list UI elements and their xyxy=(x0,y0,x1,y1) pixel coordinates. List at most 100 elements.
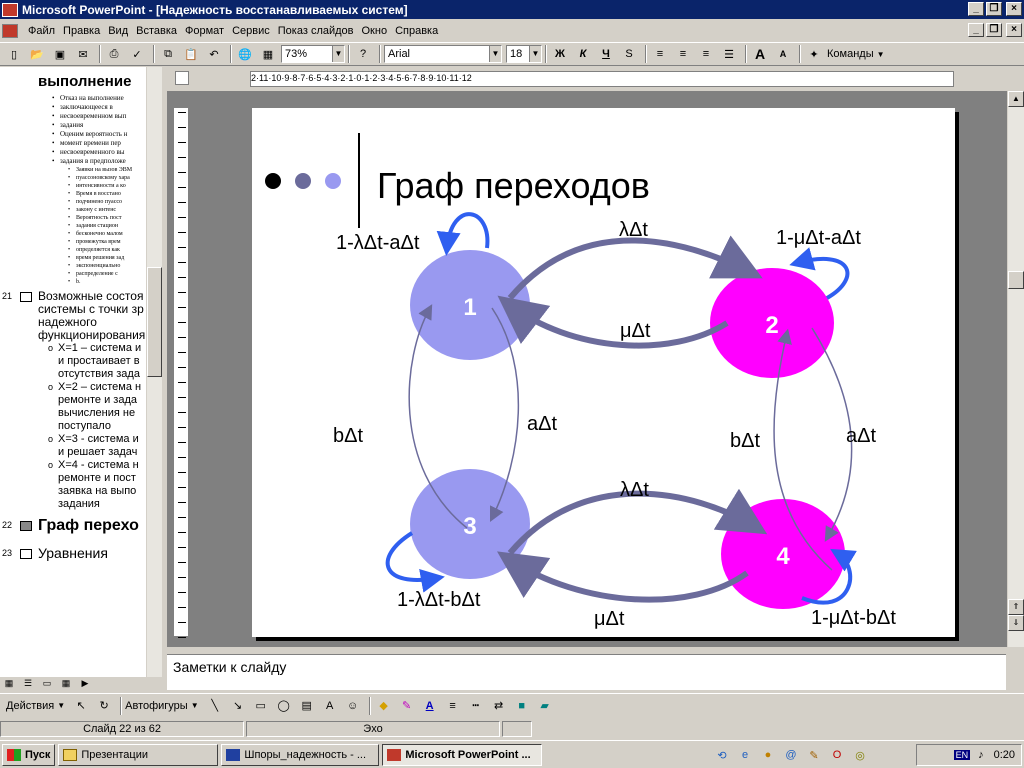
task-powerpoint[interactable]: Microsoft PowerPoint ... xyxy=(382,743,543,766)
outline-slide-23[interactable]: 23 Уравнения xyxy=(0,546,161,561)
restore-button[interactable]: ❐ xyxy=(986,2,1002,16)
undo-icon[interactable]: ↶ xyxy=(204,45,224,63)
slide-view-icon[interactable]: ▭ xyxy=(40,677,54,689)
outline-bullet[interactable]: X=3 - система ии решает задач xyxy=(0,433,161,459)
powerpoint-app-icon[interactable] xyxy=(2,2,18,17)
outlook-icon[interactable]: @ xyxy=(783,747,799,763)
slideshow-view-icon[interactable]: ▶ xyxy=(78,677,92,689)
outline-scroll-thumb[interactable] xyxy=(147,267,162,377)
outline-scrollbar[interactable] xyxy=(146,67,162,677)
print-icon[interactable]: ⎙ xyxy=(104,45,124,63)
language-indicator[interactable]: EN xyxy=(953,750,971,760)
menu-help[interactable]: Справка xyxy=(391,25,442,37)
network-icon[interactable]: ⟲ xyxy=(714,747,730,763)
doc-close-button[interactable]: × xyxy=(1006,23,1022,37)
outline-slide-22[interactable]: 22 Граф перехо xyxy=(0,518,161,534)
slide-scrollbar[interactable]: ▲ ⇑ ⇓ xyxy=(1007,91,1024,647)
3d-style-icon[interactable]: ▰ xyxy=(535,697,555,715)
wordart-icon[interactable]: A xyxy=(320,697,340,715)
open-folder-icon[interactable]: 📂 xyxy=(27,45,47,63)
select-pointer-icon[interactable]: ↖ xyxy=(71,697,91,715)
font-color-icon[interactable]: A xyxy=(420,697,440,715)
scroll-up-icon[interactable]: ▲ xyxy=(1008,91,1024,107)
task-presentations[interactable]: Презентации xyxy=(58,743,219,766)
menu-format[interactable]: Формат xyxy=(181,25,228,37)
start-button[interactable]: Пуск xyxy=(2,743,56,766)
save-icon[interactable]: ▣ xyxy=(50,45,70,63)
next-slide-icon[interactable]: ⇓ xyxy=(1008,615,1024,631)
email-icon[interactable]: ✉ xyxy=(73,45,93,63)
menu-insert[interactable]: Вставка xyxy=(132,25,181,37)
align-center-icon[interactable]: ≡ xyxy=(673,45,693,63)
paste-icon[interactable]: 📋 xyxy=(181,45,201,63)
menu-slideshow[interactable]: Показ слайдов xyxy=(274,25,358,37)
menu-window[interactable]: Окно xyxy=(358,25,392,37)
rotate-icon[interactable]: ↻ xyxy=(94,697,114,715)
line-icon[interactable]: ╲ xyxy=(205,697,225,715)
arrow-icon[interactable]: ↘ xyxy=(228,697,248,715)
rectangle-icon[interactable]: ▭ xyxy=(251,697,271,715)
italic-button[interactable]: К xyxy=(573,45,593,63)
line-style-icon[interactable]: ≡ xyxy=(443,697,463,715)
ie-icon[interactable]: e xyxy=(737,747,753,763)
menu-tools[interactable]: Сервис xyxy=(228,25,274,37)
document-icon[interactable] xyxy=(2,23,18,38)
dash-style-icon[interactable]: ┅ xyxy=(466,697,486,715)
normal-view-icon[interactable]: ▦ xyxy=(2,677,16,689)
app-icon[interactable]: ◎ xyxy=(852,747,868,763)
outline-pane[interactable]: выполнение Отказ на выполнениезаключающе… xyxy=(0,67,162,677)
commands-menu[interactable]: Команды xyxy=(827,48,874,60)
arrow-style-icon[interactable]: ⇄ xyxy=(489,697,509,715)
font-size-select[interactable]: 18 ▼ xyxy=(506,45,542,63)
actions-menu[interactable]: Действия xyxy=(6,700,54,712)
autoshapes-menu[interactable]: Автофигуры xyxy=(125,700,188,712)
vertical-ruler[interactable] xyxy=(173,107,189,638)
clipart-icon[interactable]: ☺ xyxy=(343,697,363,715)
minimize-button[interactable]: _ xyxy=(968,2,984,16)
bold-button[interactable]: Ж xyxy=(550,45,570,63)
horizontal-ruler[interactable]: 2·11·10·9·8·7·6·5·4·3·2·1·0·1·2·3·4·5·6·… xyxy=(250,71,954,87)
fill-color-icon[interactable]: ◆ xyxy=(374,697,394,715)
menu-edit[interactable]: Правка xyxy=(59,25,104,37)
media-icon[interactable]: ● xyxy=(760,747,776,763)
align-left-icon[interactable]: ≡ xyxy=(650,45,670,63)
outline-bullet[interactable]: X=2 – система нремонте и задавычисления … xyxy=(0,381,161,433)
outline-bullet[interactable]: X=1 – система ии простаивает вотсутствия… xyxy=(0,342,161,381)
commands-icon[interactable]: ✦ xyxy=(804,45,824,63)
task-word-doc[interactable]: Шпоры_надежность - ... xyxy=(221,743,380,766)
hyperlink-icon[interactable]: 🌐 xyxy=(235,45,255,63)
shadow-style-icon[interactable]: ■ xyxy=(512,697,532,715)
font-select[interactable]: Arial ▼ xyxy=(384,45,502,63)
speaker-icon[interactable]: ♪ xyxy=(978,749,984,761)
slide-scroll-thumb[interactable] xyxy=(1008,271,1024,289)
align-right-icon[interactable]: ≡ xyxy=(696,45,716,63)
menu-file[interactable]: Файл xyxy=(24,25,59,37)
bullets-icon[interactable]: ☰ xyxy=(719,45,739,63)
slide-title[interactable]: Граф переходов xyxy=(377,165,650,206)
line-color-icon[interactable]: ✎ xyxy=(397,697,417,715)
underline-button[interactable]: Ч xyxy=(596,45,616,63)
shadow-icon[interactable]: S xyxy=(619,45,639,63)
doc-restore-button[interactable]: ❐ xyxy=(986,23,1002,37)
sorter-view-icon[interactable]: ▦ xyxy=(59,677,73,689)
slide-canvas[interactable]: Граф переходов 1 2 3 4 1-λΔt-aΔt 1-μΔt-a… xyxy=(252,108,955,637)
spellcheck-icon[interactable]: ✓ xyxy=(127,45,147,63)
outline-view-icon[interactable]: ☰ xyxy=(21,677,35,689)
new-file-icon[interactable]: ▯ xyxy=(4,45,24,63)
increase-font-icon[interactable]: A xyxy=(750,45,770,63)
zoom-select[interactable]: 73% ▼ xyxy=(281,45,345,63)
help-icon[interactable]: ? xyxy=(353,45,373,63)
opera-icon[interactable]: O xyxy=(829,747,845,763)
tool-icon[interactable]: ✎ xyxy=(806,747,822,763)
copy-icon[interactable]: ⧉ xyxy=(158,45,178,63)
menu-view[interactable]: Вид xyxy=(104,25,132,37)
outline-slide-21[interactable]: 21 Возможные состоя системы с точки зр над… xyxy=(0,290,161,342)
ellipse-icon[interactable]: ◯ xyxy=(274,697,294,715)
doc-minimize-button[interactable]: _ xyxy=(968,23,984,37)
prev-slide-icon[interactable]: ⇑ xyxy=(1008,599,1024,615)
outline-bullet[interactable]: X=4 - система нремонте и постзаявка на в… xyxy=(0,459,161,511)
table-icon[interactable]: ▦ xyxy=(258,45,278,63)
decrease-font-icon[interactable]: A xyxy=(773,45,793,63)
notes-pane[interactable]: Заметки к слайду xyxy=(167,654,1006,690)
close-button[interactable]: × xyxy=(1006,2,1022,16)
